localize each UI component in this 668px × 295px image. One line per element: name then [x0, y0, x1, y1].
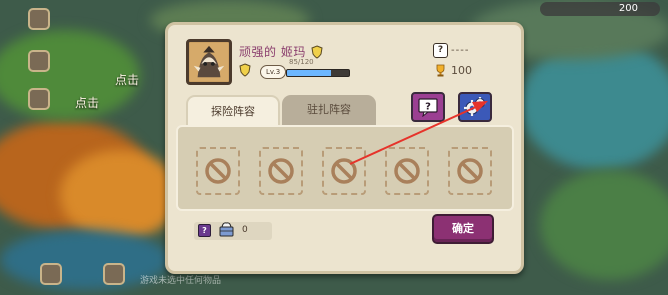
no-entry-icon: [331, 158, 357, 184]
bottom-hint: 游戏未选中任何物品: [140, 276, 222, 286]
trophy-row: 100: [434, 64, 472, 77]
hero-portrait-icon: [190, 43, 228, 81]
exp-bar: [286, 69, 350, 77]
svg-text:?: ?: [425, 102, 431, 113]
lineup-panel: [176, 125, 514, 211]
background-grass: [540, 170, 668, 280]
currency-value: 200: [618, 3, 638, 14]
share-icon: [103, 263, 125, 285]
settings-icon: [28, 88, 50, 110]
exp-text: 85/120: [289, 58, 314, 66]
supply-icon: [219, 222, 234, 237]
no-entry-icon: [394, 158, 420, 184]
gears-icon: [464, 97, 486, 116]
background-water: [520, 40, 668, 170]
trophy-count: 100: [451, 64, 472, 77]
rank-shield-icon: [239, 63, 251, 77]
rank-value: ----: [451, 45, 470, 56]
tap-hint: 点击: [75, 96, 100, 110]
resource-help-button[interactable]: ?: [198, 224, 211, 237]
currency-display: 200: [540, 2, 660, 16]
hero-slot[interactable]: [385, 147, 429, 195]
tap-hint: 点击: [115, 73, 140, 87]
rank-row: ? ----: [433, 43, 469, 58]
hero-slot[interactable]: [448, 147, 492, 195]
resource-count: 0: [242, 225, 248, 235]
rank-unknown-icon: ?: [433, 43, 448, 58]
menu-icon: [28, 8, 50, 30]
tab-garrison-lineup[interactable]: 驻扎阵容: [282, 95, 376, 125]
no-entry-icon: [205, 158, 231, 184]
inventory-icon: [40, 263, 62, 285]
trophy-icon: [436, 64, 445, 77]
lineup-settings-button[interactable]: [458, 92, 492, 122]
no-entry-icon: [268, 158, 294, 184]
exp-bar-fill: [287, 70, 332, 76]
background-trees: [60, 150, 180, 240]
star-icon: [28, 50, 50, 72]
lineup-dialog: 顽强的 姬玛 Lv.3 85/120 ? ---- 100 探险阵容 驻扎阵容 …: [165, 22, 524, 274]
hero-slot[interactable]: [322, 147, 366, 195]
shield-icon: [311, 44, 323, 59]
no-entry-icon: [457, 158, 483, 184]
hero-avatar[interactable]: [186, 39, 232, 85]
help-icon: ?: [418, 98, 438, 117]
tab-adventure-lineup[interactable]: 探险阵容: [186, 95, 280, 125]
confirm-button[interactable]: 确定: [432, 214, 494, 244]
level-badge: Lv.3: [260, 65, 287, 79]
help-button[interactable]: ?: [411, 92, 445, 122]
hero-slot[interactable]: [259, 147, 303, 195]
hero-slot[interactable]: [196, 147, 240, 195]
